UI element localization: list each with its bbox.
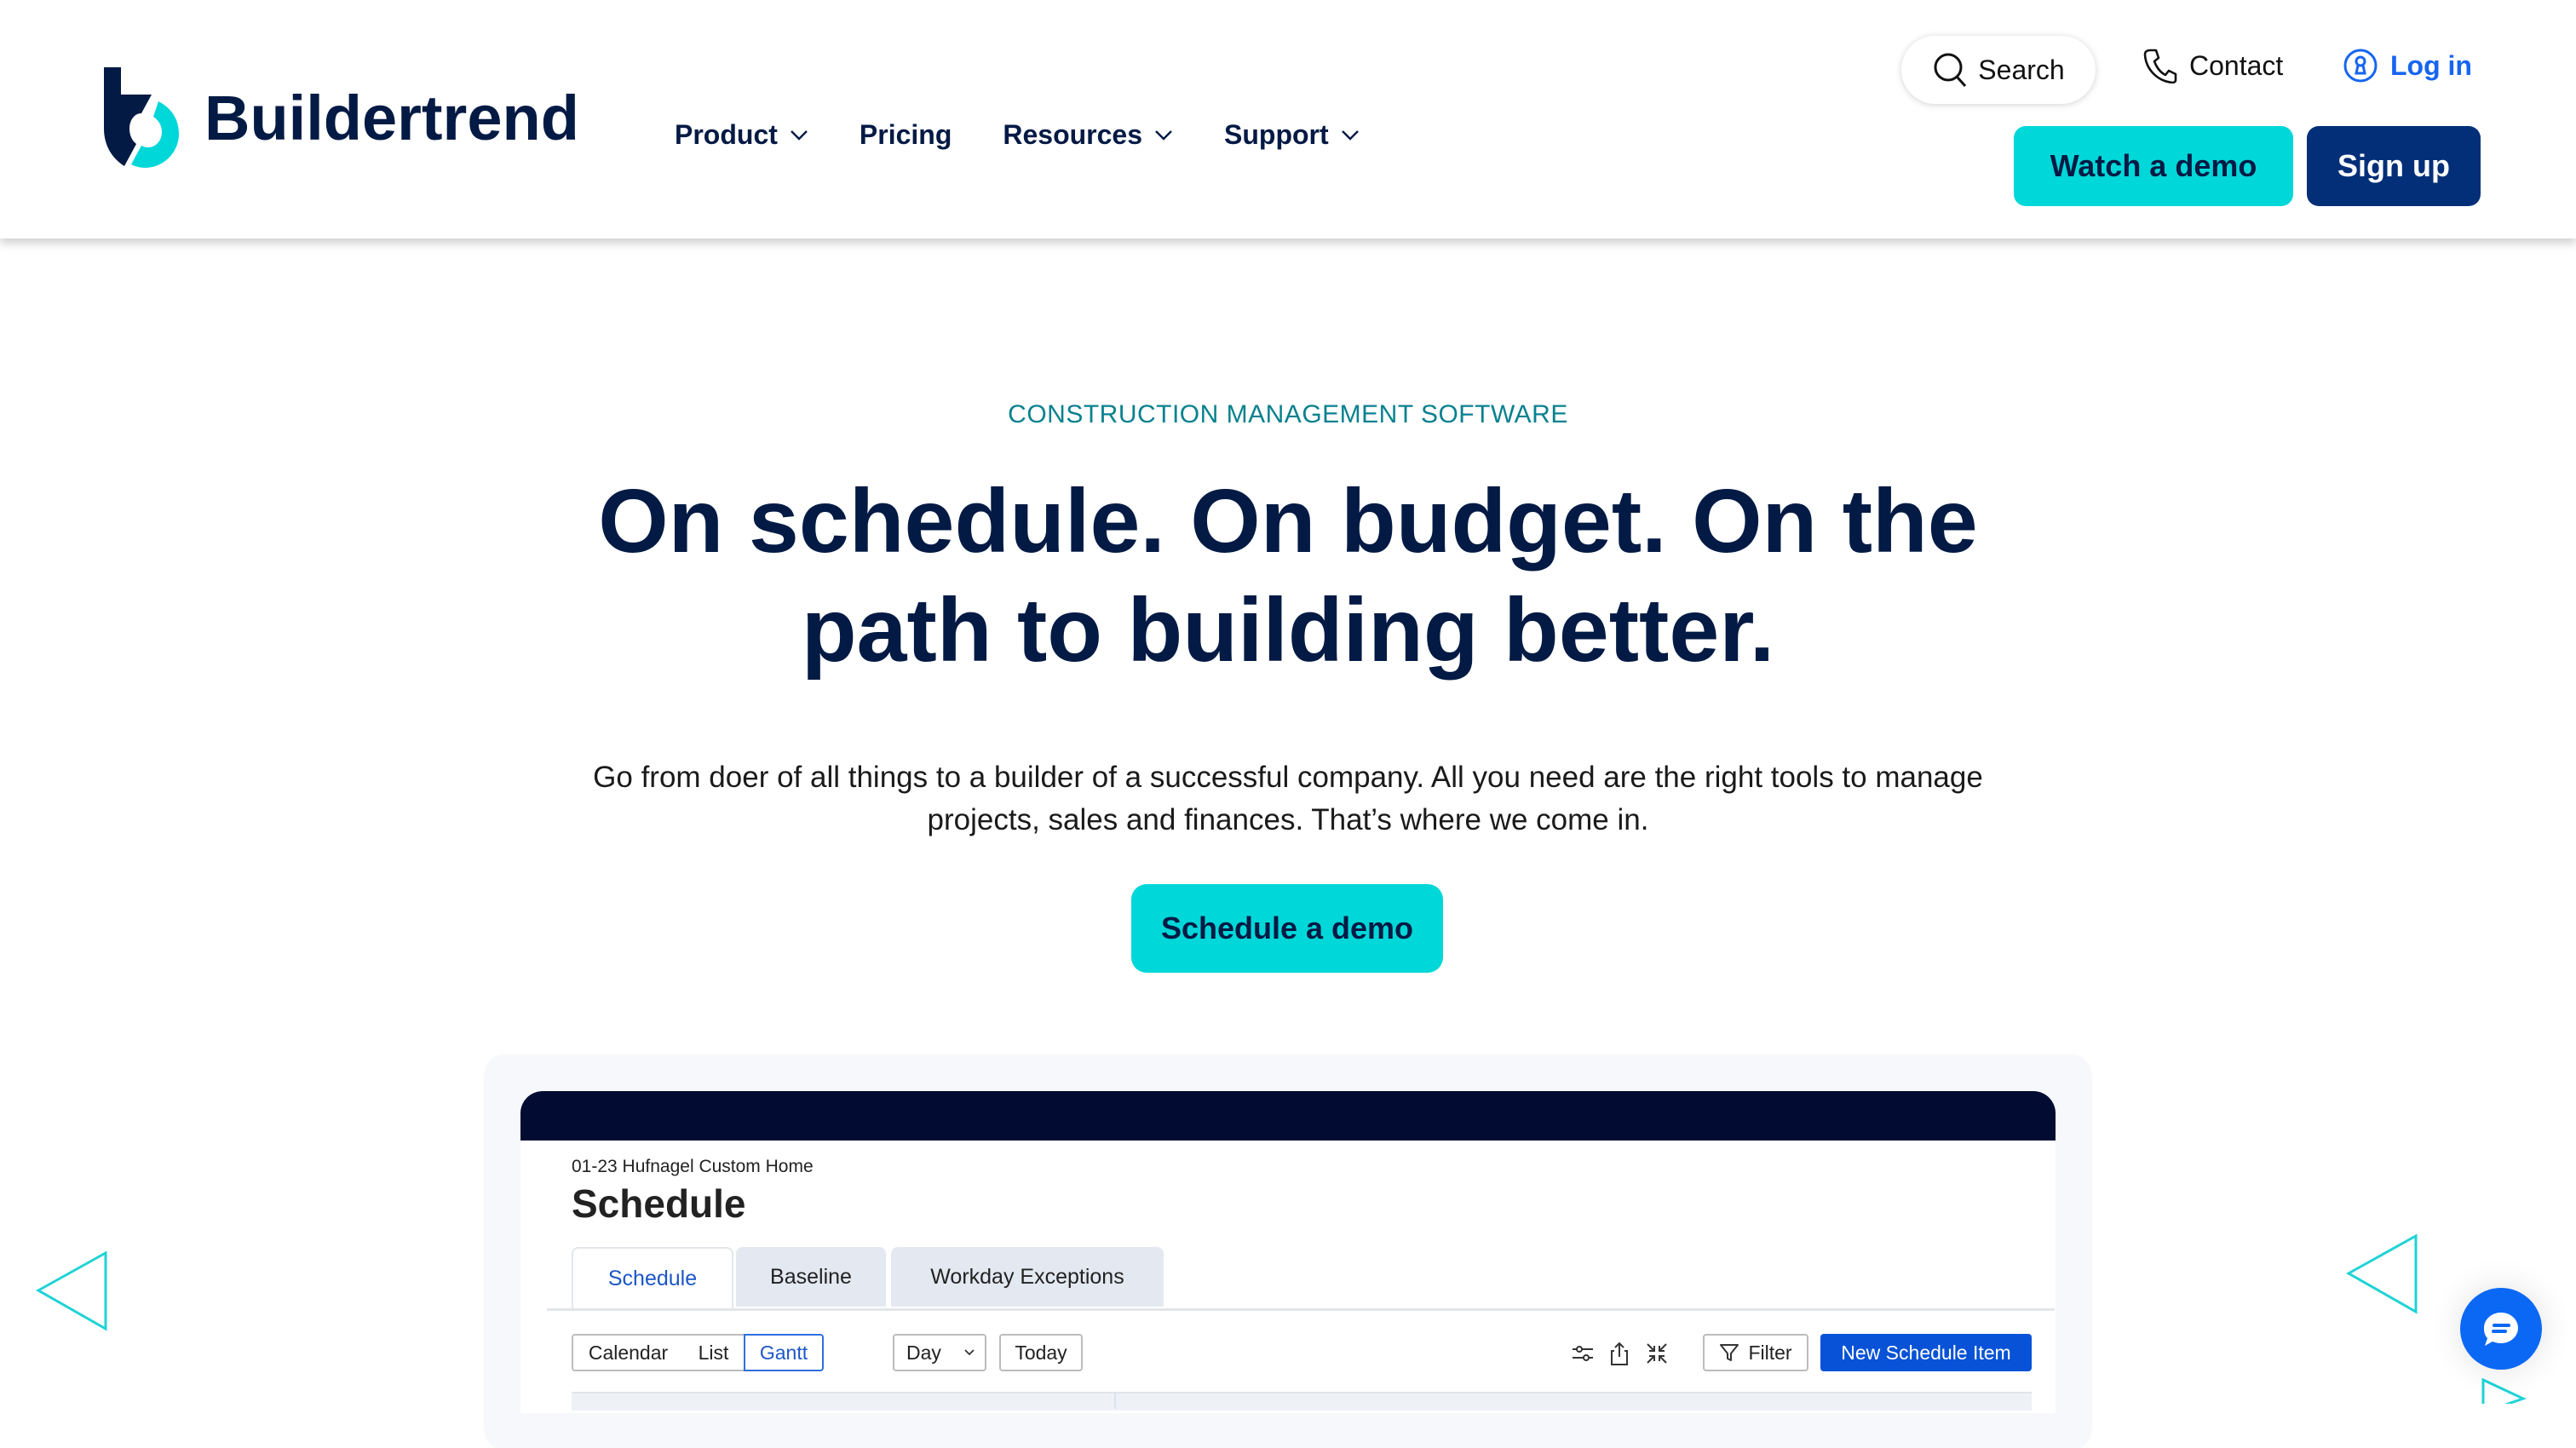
app-top-bar xyxy=(520,1091,2056,1141)
nav-pricing-label: Pricing xyxy=(859,119,952,150)
phone-icon xyxy=(2143,49,2177,83)
nav-product-label: Product xyxy=(675,119,778,150)
nav-support[interactable]: Support xyxy=(1224,119,1360,151)
chevron-down-icon xyxy=(791,129,808,141)
chevron-down-icon xyxy=(1155,129,1172,141)
main-nav: Product Pricing Resources Support xyxy=(675,119,1411,151)
search-icon xyxy=(1934,53,1967,88)
logo[interactable]: Buildertrend xyxy=(102,66,579,169)
share-icon[interactable] xyxy=(1607,1341,1632,1366)
new-schedule-item-button[interactable]: New Schedule Item xyxy=(1820,1334,2032,1371)
triangle-decoration-icon xyxy=(35,1250,107,1331)
filter-icon xyxy=(1720,1344,1739,1361)
sign-up-button[interactable]: Sign up xyxy=(2307,126,2481,206)
schedule-demo-button[interactable]: Schedule a demo xyxy=(1131,884,1443,973)
user-keyhole-icon xyxy=(2343,49,2378,83)
brand-name: Buildertrend xyxy=(204,82,579,153)
nav-resources[interactable]: Resources xyxy=(1003,119,1173,151)
job-breadcrumb: 01-23 Hufnagel Custom Home xyxy=(572,1157,814,1176)
nav-pricing[interactable]: Pricing xyxy=(860,119,952,151)
tab-schedule[interactable]: Schedule xyxy=(572,1247,733,1308)
triangle-decoration-icon xyxy=(2345,1233,2418,1314)
nav-resources-label: Resources xyxy=(1003,119,1142,150)
site-header: Buildertrend Product Pricing Resources S… xyxy=(0,0,2576,238)
tab-baseline[interactable]: Baseline xyxy=(736,1247,886,1307)
hero-eyebrow: CONSTRUCTION MANAGEMENT SOFTWARE xyxy=(1008,400,1568,428)
gantt-grid-header xyxy=(572,1392,2032,1411)
filter-label: Filter xyxy=(1748,1341,1792,1364)
search-label: Search xyxy=(1978,54,2065,85)
headline-line-2: path to building better. xyxy=(801,580,1775,681)
nav-support-label: Support xyxy=(1224,119,1329,150)
triangle-decoration-icon xyxy=(2481,1378,2527,1404)
login-label: Log in xyxy=(2390,49,2472,81)
today-button[interactable]: Today xyxy=(999,1334,1083,1371)
view-gantt[interactable]: Gantt xyxy=(744,1334,824,1371)
collapse-icon[interactable] xyxy=(1644,1341,1670,1366)
sliders-icon[interactable] xyxy=(1570,1341,1596,1366)
nav-product[interactable]: Product xyxy=(675,119,808,151)
chat-bubble-icon xyxy=(2484,1313,2518,1346)
view-calendar[interactable]: Calendar xyxy=(572,1334,685,1371)
view-list[interactable]: List xyxy=(683,1334,745,1371)
chevron-down-icon xyxy=(964,1349,975,1356)
filter-button[interactable]: Filter xyxy=(1703,1334,1808,1371)
chat-button[interactable] xyxy=(2460,1288,2542,1370)
zoom-select[interactable]: Day xyxy=(893,1334,986,1371)
subtext-line-1: Go from doer of all things to a builder … xyxy=(593,761,1983,794)
headline-line-1: On schedule. On budget. On the xyxy=(598,471,1978,572)
contact-link[interactable]: Contact xyxy=(2143,48,2283,83)
hero-subtext: Go from doer of all things to a builder … xyxy=(511,756,2065,842)
search-button[interactable]: Search xyxy=(1901,36,2096,104)
buildertrend-logo-icon xyxy=(104,67,179,168)
tab-workday-exceptions[interactable]: Workday Exceptions xyxy=(891,1247,1164,1307)
chevron-down-icon xyxy=(1341,129,1359,141)
app-page-title: Schedule xyxy=(572,1181,746,1226)
hero-headline: On schedule. On budget. On the path to b… xyxy=(0,467,2576,685)
contact-label: Contact xyxy=(2189,49,2284,81)
watch-demo-button[interactable]: Watch a demo xyxy=(2014,126,2293,206)
subtext-line-2: projects, sales and finances. That’s whe… xyxy=(927,803,1649,836)
gantt-divider[interactable] xyxy=(1114,1392,1116,1409)
zoom-select-value: Day xyxy=(906,1341,941,1364)
login-link[interactable]: Log in xyxy=(2343,48,2472,83)
schedule-tabs: Schedule Baseline Workday Exceptions xyxy=(547,1247,2055,1311)
